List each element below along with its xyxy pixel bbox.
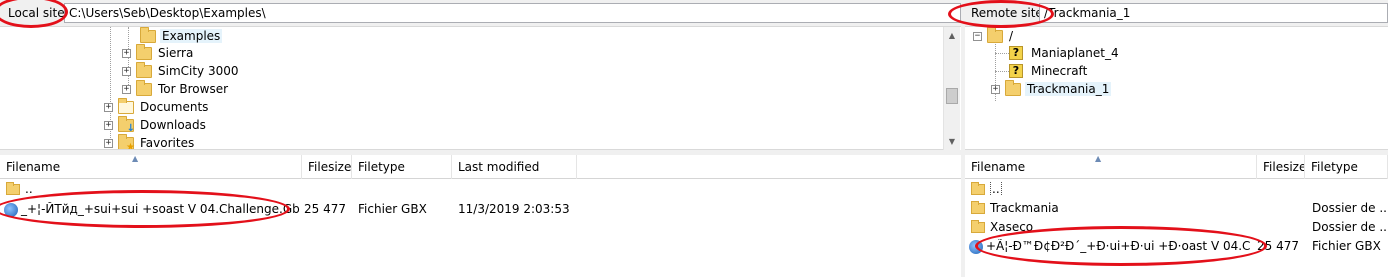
file-name: Xaseco bbox=[990, 220, 1034, 234]
scroll-down-icon[interactable]: ▼ bbox=[944, 133, 960, 150]
file-type: Dossier de ... bbox=[1312, 201, 1388, 215]
folder-icon bbox=[136, 79, 152, 96]
tree-item-sierra[interactable]: + Sierra bbox=[122, 43, 195, 62]
tree-item-documents[interactable]: + Documents bbox=[104, 97, 210, 116]
file-type: Fichier GBX bbox=[358, 202, 427, 216]
remote-tree-item-maniaplanet[interactable]: ? Maniaplanet_4 bbox=[1009, 44, 1121, 62]
local-tree-scrollbar[interactable]: ▲ ▼ bbox=[943, 27, 960, 150]
tree-item-label: Trackmania_1 bbox=[1025, 82, 1112, 96]
file-size: 25 477 bbox=[1257, 239, 1299, 253]
remote-tree-item-trackmania[interactable]: + Trackmania_1 bbox=[991, 79, 1112, 98]
file-icon bbox=[969, 239, 983, 254]
tree-item-label: Tor Browser bbox=[158, 82, 229, 96]
remote-directory-tree: − / ? Maniaplanet_4 ? Minecraft + Trackm… bbox=[965, 27, 1388, 150]
favorites-folder-icon bbox=[118, 133, 135, 149]
expand-icon[interactable]: + bbox=[104, 138, 113, 148]
file-name: _+¦-ЙТйд_+ѕui+ѕui +ѕoast V 04.Challenge.… bbox=[21, 202, 300, 216]
column-filename[interactable]: Filename bbox=[965, 155, 1257, 179]
file-size: 25 477 bbox=[304, 202, 346, 216]
file-icon bbox=[4, 202, 18, 217]
column-filesize[interactable]: Filesize bbox=[1257, 155, 1305, 179]
tree-item-label: SimCity 3000 bbox=[158, 64, 239, 78]
remote-tree-item-root[interactable]: − / bbox=[973, 27, 1015, 45]
tree-item-label: Downloads bbox=[140, 118, 206, 132]
table-row[interactable]: _+¦-ЙТйд_+ѕui+ѕui +ѕoast V 04.Challenge.… bbox=[0, 200, 961, 219]
tree-item-simcity[interactable]: + SimCity 3000 bbox=[122, 61, 241, 80]
table-row[interactable]: Trackmania Dossier de ... bbox=[965, 199, 1388, 218]
column-last-modified[interactable]: Last modified bbox=[452, 155, 577, 179]
column-filesize[interactable]: Filesize bbox=[302, 155, 352, 179]
tree-item-downloads[interactable]: + Downloads bbox=[104, 115, 208, 134]
remote-site-label: Remote site: bbox=[971, 6, 1047, 20]
expand-icon[interactable]: + bbox=[991, 84, 1000, 94]
table-row[interactable]: .. bbox=[0, 180, 961, 199]
scroll-thumb[interactable] bbox=[946, 88, 958, 104]
tree-item-label: / bbox=[1009, 29, 1014, 43]
tree-item-label: Favorites bbox=[140, 136, 195, 150]
downloads-folder-icon bbox=[118, 115, 135, 134]
folder-icon bbox=[971, 201, 985, 214]
folder-icon bbox=[987, 27, 1003, 43]
file-name: +Ã¦-Ð™Ð¢Ð²Ð´_+Ð·ui+Ð·ui +Ð·oast V 04.C..… bbox=[986, 239, 1251, 253]
documents-folder-icon bbox=[118, 97, 134, 114]
folder-icon bbox=[136, 61, 152, 78]
tree-item-label: Sierra bbox=[158, 46, 194, 60]
tree-item-examples[interactable]: Examples bbox=[140, 27, 223, 45]
collapse-icon[interactable]: − bbox=[973, 31, 982, 41]
file-name: .. bbox=[990, 182, 1002, 196]
column-filetype[interactable]: Filetype bbox=[352, 155, 452, 179]
column-filetype[interactable]: Filetype bbox=[1305, 155, 1388, 179]
expand-icon[interactable]: + bbox=[104, 120, 113, 130]
remote-tree-item-minecraft[interactable]: ? Minecraft bbox=[1009, 62, 1089, 80]
table-row[interactable]: +Ã¦-Ð™Ð¢Ð²Ð´_+Ð·ui+Ð·ui +Ð·oast V 04.C..… bbox=[965, 237, 1388, 256]
table-row[interactable]: Xaseco Dossier de ... bbox=[965, 218, 1388, 237]
folder-icon bbox=[1005, 79, 1021, 96]
scroll-up-icon[interactable]: ▲ bbox=[944, 27, 960, 44]
local-directory-tree: Examples + Sierra + SimCity 3000 + Tor B… bbox=[0, 27, 944, 150]
remote-site-path-input[interactable]: /Trackmania_1 bbox=[1039, 3, 1388, 23]
folder-icon bbox=[140, 27, 156, 43]
folder-icon bbox=[136, 43, 152, 60]
folder-icon bbox=[6, 182, 20, 195]
tree-item-favorites[interactable]: + Favorites bbox=[104, 133, 196, 150]
tree-item-label: Examples bbox=[160, 29, 223, 43]
tree-item-label: Minecraft bbox=[1031, 64, 1088, 78]
folder-icon bbox=[971, 220, 985, 233]
unknown-folder-icon: ? bbox=[1009, 64, 1023, 78]
column-filename[interactable]: Filename bbox=[0, 155, 302, 179]
expand-icon[interactable]: + bbox=[104, 102, 113, 112]
expand-icon[interactable]: + bbox=[122, 66, 131, 76]
expand-icon[interactable]: + bbox=[122, 84, 131, 94]
tree-item-label: Maniaplanet_4 bbox=[1031, 46, 1119, 60]
file-modified: 11/3/2019 2:03:53 ... bbox=[458, 202, 573, 216]
folder-icon bbox=[971, 182, 985, 195]
remote-file-list-header: ▲ Filename Filesize Filetype bbox=[965, 154, 1388, 179]
file-name: .. bbox=[25, 182, 33, 196]
local-site-label: Local site: bbox=[8, 6, 69, 20]
file-name: Trackmania bbox=[990, 201, 1059, 215]
table-row[interactable]: .. bbox=[965, 180, 1388, 199]
tree-item-label: Documents bbox=[140, 100, 209, 114]
local-site-path-input[interactable]: C:\Users\Seb\Desktop\Examples\ bbox=[64, 3, 961, 23]
remote-site-bar: Remote site: /Trackmania_1 bbox=[965, 0, 1388, 27]
tree-item-tor-browser[interactable]: + Tor Browser bbox=[122, 79, 230, 98]
local-site-bar: Local site: C:\Users\Seb\Desktop\Example… bbox=[0, 0, 961, 27]
file-type: Dossier de ... bbox=[1312, 220, 1388, 234]
local-file-list-header: ▲ Filename Filesize Filetype Last modifi… bbox=[0, 154, 961, 179]
unknown-folder-icon: ? bbox=[1009, 46, 1023, 60]
file-type: Fichier GBX bbox=[1312, 239, 1381, 253]
expand-icon[interactable]: + bbox=[122, 48, 131, 58]
